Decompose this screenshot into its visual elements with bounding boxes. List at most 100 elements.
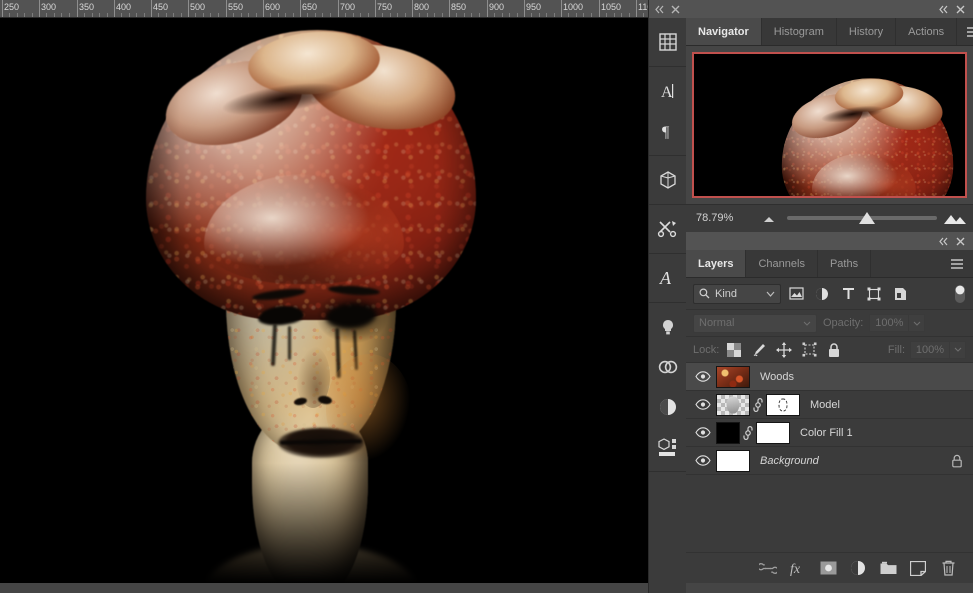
layer-visibility-toggle[interactable]: [690, 455, 716, 466]
layer-visibility-toggle[interactable]: [690, 371, 716, 382]
tab-layers[interactable]: Layers: [686, 250, 747, 277]
filter-adjustment-layers-icon[interactable]: [811, 283, 833, 305]
fill-label: Fill:: [887, 343, 905, 356]
zoom-in-icon[interactable]: [937, 211, 973, 225]
ruler-label: 900: [489, 2, 505, 12]
new-group-button[interactable]: [879, 559, 897, 577]
navigator-body: [686, 46, 973, 204]
new-layer-button[interactable]: [909, 559, 927, 577]
filter-kind-select[interactable]: Kind: [693, 283, 781, 304]
lock-transparent-pixels-icon[interactable]: [724, 340, 744, 360]
table-row[interactable]: Woods: [686, 363, 973, 391]
horizontal-ruler[interactable]: 250 300 350 400 450 500 550 600 650 700 750 800 850 9…: [0, 0, 686, 18]
collapse-dock-icon[interactable]: [938, 4, 949, 15]
paragraph-icon[interactable]: ¶: [649, 111, 687, 151]
canvas-bottom-strip: [0, 583, 686, 593]
layers-panel-tabs: Layers Channels Paths: [686, 250, 973, 278]
table-row[interactable]: Model: [686, 391, 973, 419]
filter-enable-toggle[interactable]: [953, 283, 966, 305]
layers-dock: Layers Channels Paths Kind Normal Opacit…: [686, 232, 973, 593]
zoom-value-input[interactable]: 78.79%: [691, 208, 753, 227]
expand-panels-icon[interactable]: [654, 4, 665, 15]
character-icon[interactable]: A: [649, 71, 687, 111]
navigator-thumbnail[interactable]: [692, 52, 967, 198]
rail-group-3d: [649, 156, 686, 205]
lock-image-pixels-icon[interactable]: [749, 340, 769, 360]
zoom-slider[interactable]: [787, 209, 937, 227]
lock-artboard-nesting-icon[interactable]: [799, 340, 819, 360]
svg-text:fx: fx: [790, 562, 801, 576]
ruler-label: 550: [228, 2, 244, 12]
opacity-input[interactable]: 100%: [869, 314, 910, 332]
canvas-viewport[interactable]: [0, 18, 686, 583]
close-dock-icon[interactable]: [955, 4, 966, 15]
layer-mask-thumbnail[interactable]: [756, 421, 790, 444]
navigator-panel-menu-icon[interactable]: [957, 18, 973, 45]
lock-all-icon[interactable]: [824, 340, 844, 360]
add-layer-mask-button[interactable]: [819, 559, 837, 577]
layers-footer-toolbar: fx: [686, 552, 973, 583]
layer-thumbnail[interactable]: [716, 365, 750, 388]
layer-mask-thumbnail[interactable]: [766, 393, 800, 416]
tab-actions[interactable]: Actions: [896, 18, 958, 45]
ruler-label: 250: [4, 2, 20, 12]
filter-type-layers-icon[interactable]: [837, 283, 859, 305]
layer-locked-icon: [951, 454, 963, 468]
tab-history[interactable]: History: [836, 18, 897, 45]
lock-position-icon[interactable]: [774, 340, 794, 360]
dock-bottom-strip: [686, 583, 973, 593]
artwork-image: [0, 18, 686, 583]
layer-style-button[interactable]: fx: [789, 559, 807, 577]
ruler-label: 400: [116, 2, 132, 12]
new-adjustment-layer-button[interactable]: [849, 559, 867, 577]
delete-layer-button[interactable]: [939, 559, 957, 577]
table-row[interactable]: Background: [686, 447, 973, 475]
table-row[interactable]: Color Fill 1: [686, 419, 973, 447]
glyphs-icon[interactable]: A: [649, 258, 687, 298]
mask-link-icon[interactable]: [750, 397, 766, 412]
lightbulb-icon[interactable]: [649, 307, 687, 347]
close-icon[interactable]: [670, 4, 681, 15]
ruler-label: 1000: [563, 2, 584, 12]
lock-row: Lock: Fill: 100%: [686, 337, 973, 363]
zoom-out-icon[interactable]: [753, 213, 787, 223]
adjustments-icon[interactable]: [649, 387, 687, 427]
tab-histogram[interactable]: Histogram: [761, 18, 837, 45]
lock-label: Lock:: [693, 343, 720, 356]
blend-mode-select[interactable]: Normal: [693, 313, 817, 333]
filter-pixel-layers-icon[interactable]: [785, 283, 807, 305]
filter-smart-object-icon[interactable]: [889, 283, 911, 305]
list-item: Background: [760, 454, 819, 467]
zoom-slider-knob[interactable]: [859, 211, 875, 224]
materials-icon[interactable]: [649, 427, 687, 467]
ruler-label: 600: [265, 2, 281, 12]
grid-icon[interactable]: [649, 22, 687, 62]
tab-navigator[interactable]: Navigator: [686, 18, 762, 45]
layer-thumbnail[interactable]: [716, 393, 750, 416]
creative-cloud-icon[interactable]: [649, 347, 687, 387]
filter-shape-layers-icon[interactable]: [863, 283, 885, 305]
canvas-area: 250 300 350 400 450 500 550 600 650 700 750 800 850 9…: [0, 0, 686, 593]
tools-icon[interactable]: [649, 209, 687, 249]
ruler-label: 300: [41, 2, 57, 12]
opacity-stepper[interactable]: [909, 314, 926, 332]
mask-link-icon[interactable]: [740, 425, 756, 440]
chevron-down-icon: [766, 291, 775, 297]
fill-stepper[interactable]: [950, 340, 966, 359]
layers-panel-menu-icon[interactable]: [941, 250, 973, 277]
chevron-down-icon: [803, 321, 811, 326]
ruler-label: 750: [377, 2, 393, 12]
layers-titlebar: [686, 232, 973, 250]
close-layers-icon[interactable]: [955, 236, 966, 247]
layer-thumbnail[interactable]: [716, 421, 740, 444]
collapse-layers-icon[interactable]: [938, 236, 949, 247]
layer-visibility-toggle[interactable]: [690, 399, 716, 410]
tab-channels[interactable]: Channels: [746, 250, 818, 277]
layer-visibility-toggle[interactable]: [690, 427, 716, 438]
tab-paths[interactable]: Paths: [817, 250, 872, 277]
fill-input[interactable]: 100%: [910, 340, 950, 359]
layer-thumbnail[interactable]: [716, 449, 750, 472]
link-layers-button[interactable]: [759, 559, 777, 577]
ruler-label: 700: [340, 2, 356, 12]
cube-icon[interactable]: [649, 160, 687, 200]
